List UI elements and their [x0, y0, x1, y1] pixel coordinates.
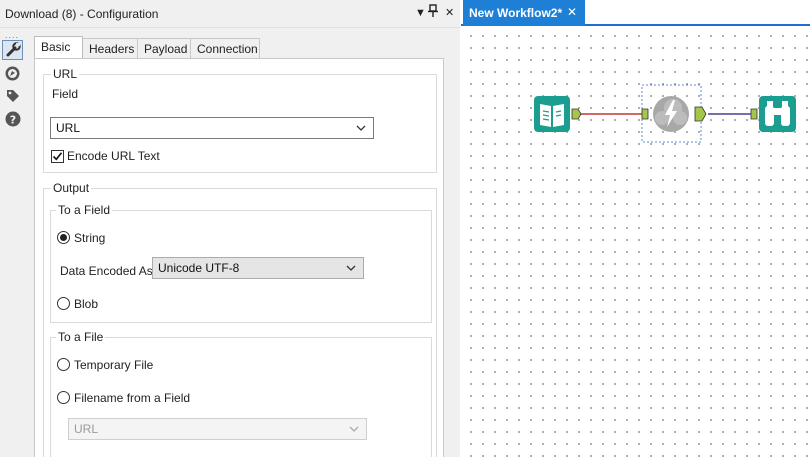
temporary-file-radio[interactable]	[57, 358, 70, 371]
pane-dropdown-icon[interactable]: ▼	[415, 6, 426, 20]
encoding-value: Unicode UTF-8	[158, 261, 240, 275]
url-field-value: URL	[56, 121, 81, 135]
annotation-icon[interactable]	[2, 86, 23, 106]
output-group-title: Output	[51, 181, 92, 195]
filename-field-value: URL	[74, 422, 99, 436]
encode-url-label: Encode URL Text	[67, 149, 160, 163]
chevron-down-icon	[356, 125, 366, 131]
pane-title: Download (8) - Configuration	[5, 7, 159, 21]
filename-from-field-radio[interactable]	[57, 391, 70, 404]
workflow-canvas-area: New Workflow2* ✕	[461, 0, 810, 457]
url-field-select[interactable]: URL	[50, 117, 374, 139]
configuration-icon[interactable]	[2, 40, 23, 60]
tab-connection[interactable]: Connection	[190, 38, 260, 59]
workflow-tab-label: New Workflow2*	[469, 6, 563, 20]
chevron-down-icon	[346, 265, 356, 271]
tab-headers[interactable]: Headers	[82, 38, 138, 59]
url-group-title: URL	[51, 67, 80, 81]
data-encoded-label: Data Encoded As	[60, 264, 153, 278]
input-anchor-icon[interactable]	[750, 108, 758, 120]
field-label: Field	[52, 87, 79, 101]
to-field-group: To a Field String Data Encoded As Unicod…	[50, 203, 432, 323]
url-group: URL Field URL Encode URL Text	[43, 67, 437, 173]
string-radio[interactable]	[57, 231, 70, 244]
chevron-down-icon	[349, 426, 359, 432]
output-anchor-icon[interactable]	[694, 106, 707, 122]
tab-basic[interactable]: Basic	[34, 36, 83, 60]
output-anchor-icon[interactable]	[571, 108, 582, 120]
pin-icon[interactable]	[428, 4, 438, 22]
string-label: String	[74, 231, 106, 245]
browse-tool-icon[interactable]	[759, 96, 796, 132]
basic-tab-panel: URL Field URL Encode URL Text Output To …	[34, 58, 444, 457]
checkmark-icon	[52, 152, 63, 161]
radio-selected-dot	[60, 234, 67, 241]
side-toolbar: .... ?	[0, 28, 26, 457]
input-anchor-icon[interactable]	[641, 108, 649, 120]
blob-label: Blob	[74, 297, 99, 311]
canvas-tab-strip: New Workflow2* ✕	[461, 0, 810, 26]
filename-field-select[interactable]: URL	[68, 418, 367, 440]
blob-radio[interactable]	[57, 297, 70, 310]
pane-title-bar: Download (8) - Configuration ▼ ✕	[0, 0, 460, 28]
workflow-canvas[interactable]	[461, 26, 810, 457]
tab-new-workflow[interactable]: New Workflow2* ✕	[463, 0, 585, 26]
download-tool-icon[interactable]	[653, 96, 689, 132]
input-data-tool-icon[interactable]	[534, 96, 570, 132]
output-group: Output To a Field String Data Encoded As…	[43, 181, 437, 457]
close-tab-icon[interactable]: ✕	[567, 5, 577, 19]
to-file-title: To a File	[56, 330, 106, 344]
close-pane-icon[interactable]: ✕	[445, 6, 454, 20]
to-file-group: To a File Temporary File Filename from a…	[50, 330, 432, 457]
configuration-pane: Download (8) - Configuration ▼ ✕ .... ? …	[0, 0, 460, 457]
encode-url-checkbox[interactable]	[51, 150, 64, 163]
temporary-file-label: Temporary File	[74, 358, 154, 372]
help-icon[interactable]: ?	[2, 109, 23, 129]
toolbar-grip[interactable]: ....	[5, 30, 19, 40]
pane-scrollbar[interactable]	[454, 28, 460, 457]
layout-icon[interactable]	[2, 63, 23, 83]
filename-from-field-label: Filename from a Field	[74, 391, 191, 405]
workflow-graph	[534, 84, 796, 143]
tab-payload[interactable]: Payload	[137, 38, 192, 59]
to-field-title: To a Field	[56, 203, 113, 217]
encoding-select[interactable]: Unicode UTF-8	[152, 257, 364, 279]
svg-text:?: ?	[9, 114, 15, 127]
